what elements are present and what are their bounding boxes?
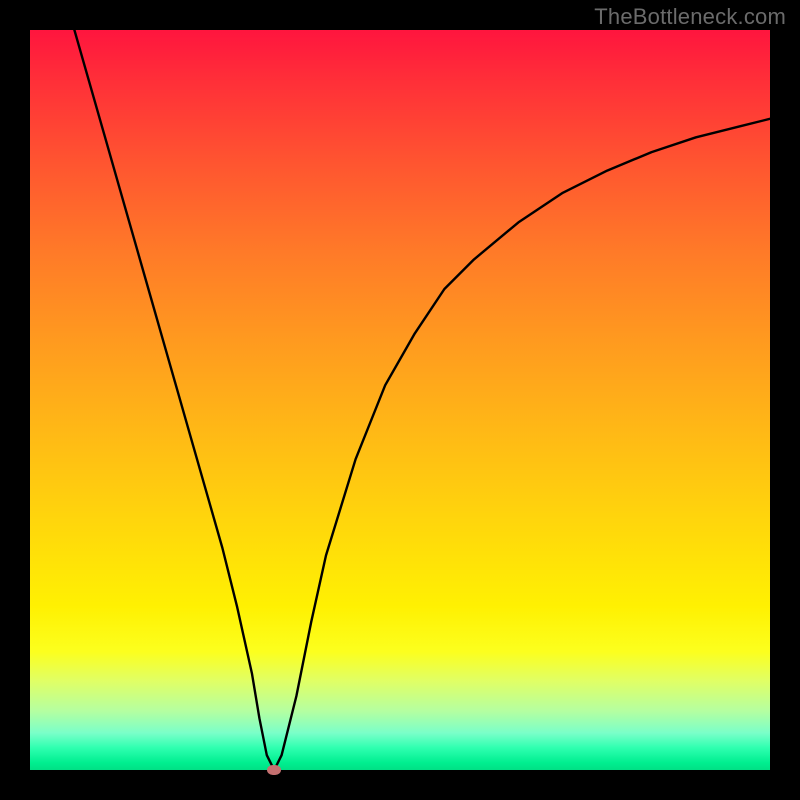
minimum-marker [267, 765, 281, 775]
watermark-text: TheBottleneck.com [594, 4, 786, 30]
plot-area [30, 30, 770, 770]
chart-container: TheBottleneck.com [0, 0, 800, 800]
bottleneck-curve-svg [30, 30, 770, 770]
bottleneck-curve-path [74, 30, 770, 770]
